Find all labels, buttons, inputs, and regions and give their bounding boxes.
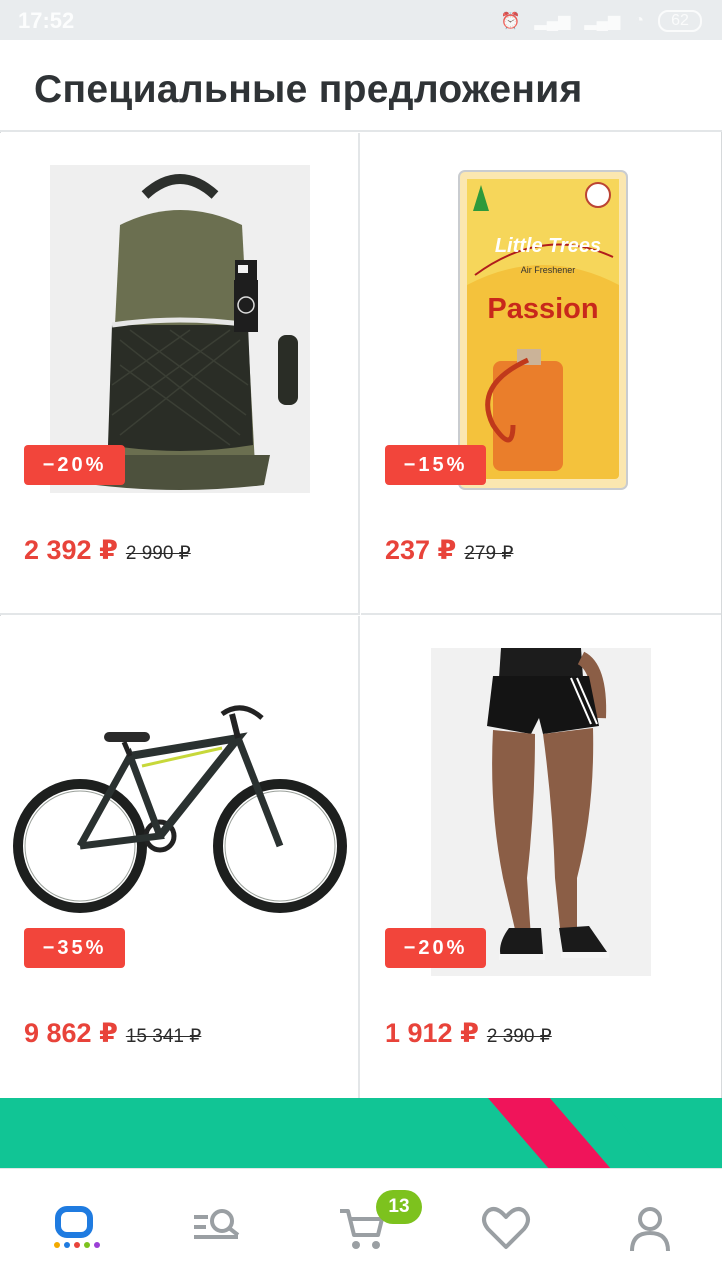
price: 2 392 ₽ (24, 535, 118, 565)
cart-count-badge: 13 (376, 1190, 422, 1224)
product-card[interactable]: Little Trees Air Freshener Passion −15% … (361, 133, 721, 615)
status-time: 17:52 (18, 8, 75, 33)
price-row: 237 ₽ 279 ₽ (385, 535, 513, 566)
price: 9 862 ₽ (24, 1018, 118, 1048)
bottom-nav (0, 1168, 722, 1282)
price: 1 912 ₽ (385, 1018, 479, 1048)
discount-badge: −15% (385, 445, 486, 485)
bicycle-icon (12, 696, 348, 916)
discount-badge: −20% (385, 928, 486, 968)
discount-badge: −35% (24, 928, 125, 968)
freshener-scent: Passion (487, 293, 599, 325)
old-price: 2 990 ₽ (125, 543, 191, 564)
alarm-icon: ⏰ (500, 13, 521, 30)
status-bar: 17:52 ⏰ ▂▄▆ ▂▄▆ ◔ 62 (0, 0, 722, 40)
product-card[interactable]: −35% 9 862 ₽ 15 341 ₽ (0, 616, 360, 1098)
wifi-icon: ◔ (634, 12, 644, 29)
profile-icon (630, 1207, 670, 1252)
nav-catalog[interactable] (186, 1201, 246, 1257)
air-freshener-icon: Little Trees Air Freshener Passion (453, 165, 633, 493)
product-card[interactable]: −20% 1 912 ₽ 2 390 ₽ (361, 616, 721, 1098)
status-icons: ⏰ ▂▄▆ ▂▄▆ ◔ 62 (500, 10, 702, 32)
nav-favorites[interactable] (476, 1201, 536, 1257)
header: Специальные предложения (0, 40, 722, 132)
battery-icon: 62 (658, 10, 702, 32)
signal-icon: ▂▄▆ (534, 13, 571, 30)
freshener-brand: Little Trees (494, 235, 602, 257)
nav-home[interactable] (44, 1201, 104, 1257)
price-row: 1 912 ₽ 2 390 ₽ (385, 1018, 552, 1049)
old-price: 15 341 ₽ (125, 1026, 202, 1047)
product-card[interactable]: −20% 2 392 ₽ 2 990 ₽ (0, 133, 360, 615)
catalog-search-icon (194, 1209, 240, 1239)
heart-icon (482, 1207, 530, 1249)
old-price: 279 ₽ (464, 543, 514, 564)
price: 237 ₽ (385, 535, 457, 565)
nav-profile[interactable] (620, 1201, 680, 1257)
freshener-sub: Air Freshener (520, 265, 576, 275)
shorts-icon (431, 648, 651, 976)
promo-banner[interactable] (0, 1098, 722, 1170)
home-logo-icon (54, 1206, 100, 1248)
price-row: 2 392 ₽ 2 990 ₽ (24, 535, 191, 566)
old-price: 2 390 ₽ (486, 1026, 552, 1047)
backpack-icon (50, 165, 310, 493)
signal-icon: ▂▄▆ (584, 13, 621, 30)
page-title: Специальные предложения (34, 68, 583, 111)
price-row: 9 862 ₽ 15 341 ₽ (24, 1018, 201, 1049)
discount-badge: −20% (24, 445, 125, 485)
